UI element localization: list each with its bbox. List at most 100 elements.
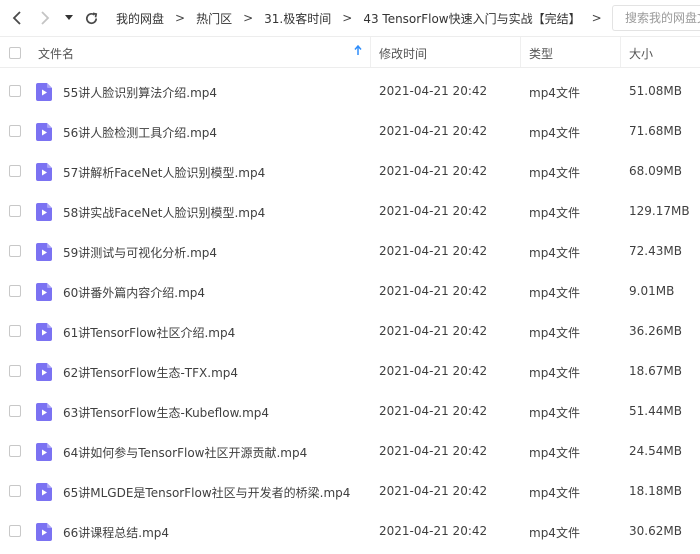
file-row[interactable]: 63讲TensorFlow生态-Kubeflow.mp4 2021-04-21 2… <box>0 388 700 428</box>
video-file-icon <box>36 323 52 341</box>
file-size: 51.44MB <box>629 404 682 418</box>
row-checkbox[interactable] <box>9 165 21 177</box>
column-divider[interactable] <box>520 37 521 67</box>
caret-down-icon <box>65 15 73 20</box>
file-row[interactable]: 65讲MLGDE是TensorFlow社区与开发者的桥梁.mp4 2021-04-… <box>0 468 700 508</box>
breadcrumb-separator: > <box>342 11 353 25</box>
column-divider[interactable] <box>370 37 371 67</box>
file-name[interactable]: 62讲TensorFlow生态-TFX.mp4 <box>63 364 238 381</box>
file-row[interactable]: 60讲番外篇内容介绍.mp4 2021-04-21 20:42 mp4文件 9.01M… <box>0 268 700 308</box>
breadcrumb: 我的网盘 > 热门区 > 31.极客时间 > 43 TensorFlow快速入门… <box>110 0 610 36</box>
row-checkbox[interactable] <box>9 125 21 137</box>
video-file-icon <box>36 83 52 101</box>
file-size: 18.18MB <box>629 484 682 498</box>
file-row[interactable]: 62讲TensorFlow生态-TFX.mp4 2021-04-21 20:42 m… <box>0 348 700 388</box>
file-row[interactable]: 56讲人脸检测工具介绍.mp4 2021-04-21 20:42 mp4文件 71.6… <box>0 108 700 148</box>
file-name[interactable]: 60讲番外篇内容介绍.mp4 <box>63 284 205 301</box>
history-dropdown-button[interactable] <box>62 7 76 29</box>
breadcrumb-separator: > <box>591 11 602 25</box>
video-file-icon <box>36 363 52 381</box>
row-checkbox[interactable] <box>9 445 21 457</box>
file-size: 18.67MB <box>629 364 682 378</box>
breadcrumb-item-geektime[interactable]: 31.极客时间 <box>258 10 337 27</box>
video-file-icon <box>36 523 52 541</box>
file-name[interactable]: 55讲人脸识别算法介绍.mp4 <box>63 84 217 101</box>
file-modified-time: 2021-04-21 20:42 <box>379 164 488 178</box>
file-size: 24.54MB <box>629 444 682 458</box>
file-size: 71.68MB <box>629 124 682 138</box>
row-checkbox[interactable] <box>9 85 21 97</box>
breadcrumb-item-my-drive[interactable]: 我的网盘 <box>110 10 170 27</box>
video-file-icon <box>36 203 52 221</box>
file-modified-time: 2021-04-21 20:42 <box>379 524 488 538</box>
file-name[interactable]: 58讲实战FaceNet人脸识别模型.mp4 <box>63 204 265 221</box>
file-modified-time: 2021-04-21 20:42 <box>379 84 488 98</box>
search-input[interactable] <box>612 5 700 31</box>
file-modified-time: 2021-04-21 20:42 <box>379 124 488 138</box>
video-file-icon <box>36 483 52 501</box>
file-size: 51.08MB <box>629 84 682 98</box>
row-checkbox[interactable] <box>9 485 21 497</box>
file-type: mp4文件 <box>529 126 580 140</box>
column-header-size[interactable]: 大小 <box>629 45 653 62</box>
file-modified-time: 2021-04-21 20:42 <box>379 364 488 378</box>
file-type: mp4文件 <box>529 286 580 300</box>
column-divider[interactable] <box>620 37 621 67</box>
row-checkbox[interactable] <box>9 525 21 537</box>
file-row[interactable]: 61讲TensorFlow社区介绍.mp4 2021-04-21 20:42 mp4… <box>0 308 700 348</box>
file-name[interactable]: 65讲MLGDE是TensorFlow社区与开发者的桥梁.mp4 <box>63 484 350 501</box>
file-name[interactable]: 63讲TensorFlow生态-Kubeflow.mp4 <box>63 404 269 421</box>
file-row[interactable]: 57讲解析FaceNet人脸识别模型.mp4 2021-04-21 20:42 mp… <box>0 148 700 188</box>
file-type: mp4文件 <box>529 326 580 340</box>
breadcrumb-item-current-folder[interactable]: 43 TensorFlow快速入门与实战【完结】 <box>357 10 586 27</box>
file-name[interactable]: 64讲如何参与TensorFlow社区开源贡献.mp4 <box>63 444 307 461</box>
file-type: mp4文件 <box>529 406 580 420</box>
file-size: 129.17MB <box>629 204 690 218</box>
file-size: 72.43MB <box>629 244 682 258</box>
refresh-button[interactable] <box>80 7 102 29</box>
row-checkbox[interactable] <box>9 205 21 217</box>
file-row[interactable]: 59讲测试与可视化分析.mp4 2021-04-21 20:42 mp4文件 72.4… <box>0 228 700 268</box>
file-row[interactable]: 58讲实战FaceNet人脸识别模型.mp4 2021-04-21 20:42 mp… <box>0 188 700 228</box>
top-toolbar: 我的网盘 > 热门区 > 31.极客时间 > 43 TensorFlow快速入门… <box>0 0 700 36</box>
file-name[interactable]: 61讲TensorFlow社区介绍.mp4 <box>63 324 235 341</box>
video-file-icon <box>36 403 52 421</box>
sort-arrow-glyph <box>354 44 362 55</box>
file-row[interactable]: 66讲课程总结.mp4 2021-04-21 20:42 mp4文件 30.62MB <box>0 508 700 548</box>
column-header-name[interactable]: 文件名 <box>38 45 74 62</box>
chevron-right-icon <box>41 11 50 25</box>
back-button[interactable] <box>6 7 28 29</box>
file-row[interactable]: 64讲如何参与TensorFlow社区开源贡献.mp4 2021-04-21 20… <box>0 428 700 468</box>
file-size: 30.62MB <box>629 524 682 538</box>
file-modified-time: 2021-04-21 20:42 <box>379 284 488 298</box>
file-type: mp4文件 <box>529 446 580 460</box>
row-checkbox[interactable] <box>9 285 21 297</box>
column-header-type[interactable]: 类型 <box>529 45 553 62</box>
row-checkbox[interactable] <box>9 405 21 417</box>
breadcrumb-item-hot-zone[interactable]: 热门区 <box>190 10 238 27</box>
file-name[interactable]: 59讲测试与可视化分析.mp4 <box>63 244 217 261</box>
file-modified-time: 2021-04-21 20:42 <box>379 204 488 218</box>
video-file-icon <box>36 243 52 261</box>
file-row[interactable]: 55讲人脸识别算法介绍.mp4 2021-04-21 20:42 mp4文件 51.0… <box>0 68 700 108</box>
file-type: mp4文件 <box>529 366 580 380</box>
video-file-icon <box>36 283 52 301</box>
select-all-checkbox[interactable] <box>9 47 21 59</box>
row-checkbox[interactable] <box>9 325 21 337</box>
file-size: 68.09MB <box>629 164 682 178</box>
file-type: mp4文件 <box>529 486 580 500</box>
sort-ascending-arrow-icon[interactable] <box>354 44 362 59</box>
file-type: mp4文件 <box>529 86 580 100</box>
breadcrumb-separator: > <box>243 11 254 25</box>
row-checkbox[interactable] <box>9 365 21 377</box>
forward-button[interactable] <box>34 7 56 29</box>
row-checkbox[interactable] <box>9 245 21 257</box>
file-name[interactable]: 56讲人脸检测工具介绍.mp4 <box>63 124 217 141</box>
file-name[interactable]: 66讲课程总结.mp4 <box>63 524 169 541</box>
file-size: 9.01MB <box>629 284 675 298</box>
column-header-modified[interactable]: 修改时间 <box>379 45 427 62</box>
chevron-left-icon <box>12 11 21 25</box>
file-name[interactable]: 57讲解析FaceNet人脸识别模型.mp4 <box>63 164 265 181</box>
refresh-icon <box>85 12 97 24</box>
file-type: mp4文件 <box>529 206 580 220</box>
